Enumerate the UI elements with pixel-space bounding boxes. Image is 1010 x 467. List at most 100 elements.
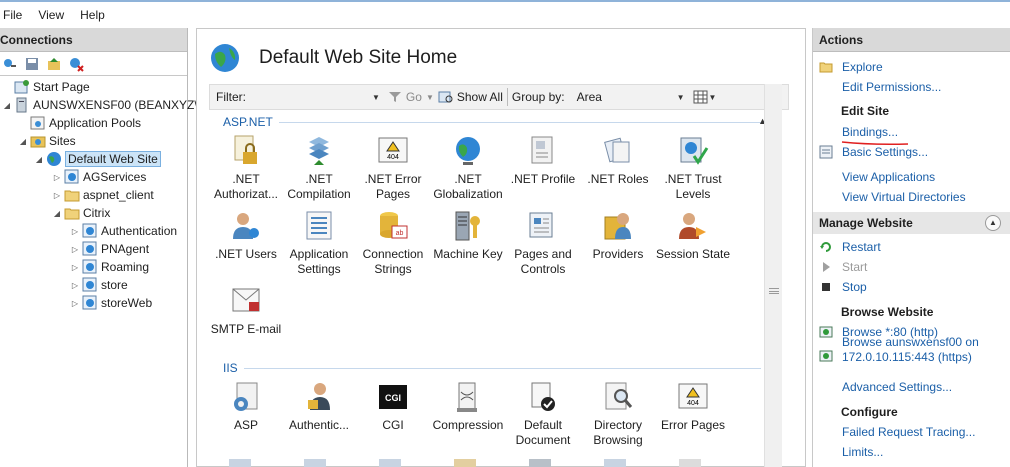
feature-item[interactable]: Session State [654,209,732,262]
web-app-icon [64,169,79,184]
go-dropdown-icon[interactable]: ▼ [426,93,434,102]
tree-item-aspnet-client[interactable]: ▷ aspnet_client [52,186,154,204]
group-by-dropdown-icon[interactable]: ▼ [677,93,685,102]
show-all-button[interactable]: Show All [457,90,503,104]
feature-item[interactable]: Authentic... [280,380,358,433]
feature-item[interactable]: 404 .NET Error Pages [354,134,432,202]
view-applications-link[interactable]: View Applications [842,170,935,184]
expand-arrow-icon[interactable]: ▷ [70,263,80,272]
advanced-settings-link[interactable]: Advanced Settings... [842,380,952,394]
save-icon[interactable] [24,56,40,72]
feature-label: CGI [382,418,404,432]
view-mode-icon[interactable] [693,90,709,104]
tree-item-start-page[interactable]: Start Page [2,78,90,96]
connect-icon[interactable] [2,56,18,72]
feature-item[interactable]: ab Connection Strings [354,209,432,277]
tree-item-server[interactable]: ◢ AUNSWXENSF00 (BEANXYZ\a [2,96,204,114]
feature-item[interactable]: Pages and Controls [504,209,582,277]
web-app-icon [82,223,97,238]
basic-settings-link[interactable]: Basic Settings... [842,145,928,159]
expand-arrow-icon[interactable]: ▷ [52,191,62,200]
view-virtual-directories-action[interactable]: View Virtual Directories [842,188,966,206]
collapse-chevron-icon[interactable]: ▲ [985,215,1001,231]
browse-https-line2: 172.0.10.115:443 (https) [842,350,972,364]
feature-item[interactable]: SMTP E-mail [207,284,285,337]
restart-link[interactable]: Restart [842,240,881,254]
expand-arrow-icon[interactable]: ▷ [70,281,80,290]
vertical-scrollbar[interactable] [764,84,782,467]
feature-item[interactable]: .NET Authorizat... [207,134,285,202]
tree-item-agservices[interactable]: ▷ AGServices [52,168,146,186]
limits-link[interactable]: Limits... [842,445,883,459]
tree-item-storeweb[interactable]: ▷ storeWeb [70,294,152,312]
feature-label: .NET Globalization [433,172,503,201]
menu-view[interactable]: View [38,8,64,22]
feature-item[interactable]: .NET Trust Levels [654,134,732,202]
collapse-arrow-icon[interactable]: ◢ [18,137,28,146]
feature-item[interactable]: .NET Compilation [280,134,358,202]
up-level-icon[interactable] [46,56,62,72]
filter-dropdown-icon[interactable]: ▼ [372,93,380,102]
feature-item[interactable]: Default Document [504,380,582,448]
feature-item[interactable]: .NET Users [207,209,285,262]
feature-item[interactable]: CGI CGI [354,380,432,433]
view-mode-dropdown-icon[interactable]: ▼ [709,93,717,102]
bindings-action[interactable]: Bindings... [842,123,898,141]
basic-settings-action[interactable]: Basic Settings... [819,143,928,161]
scroll-grip[interactable] [769,288,779,294]
explore-link[interactable]: Explore [842,60,883,74]
explore-action[interactable]: Explore [819,58,883,76]
default-doc-icon [531,382,555,411]
go-button[interactable]: Go [406,90,422,104]
disconnect-icon[interactable] [68,56,84,72]
stop-action[interactable]: Stop [819,278,867,296]
browse-https-action[interactable]: Browse aunswxensf00 on 172.0.10.115:443 … [819,335,979,364]
group-by-select[interactable]: Area [577,90,677,104]
expand-arrow-icon[interactable]: ▷ [70,227,80,236]
feature-item[interactable]: ASP [207,380,285,433]
limits-action[interactable]: Limits... [842,443,883,461]
tree-item-authentication[interactable]: ▷ Authentication [70,222,177,240]
failed-request-tracing-link[interactable]: Failed Request Tracing... [842,425,975,439]
collapse-arrow-icon[interactable]: ◢ [52,209,62,218]
feature-item[interactable]: Application Settings [280,209,358,277]
edit-permissions-action[interactable]: Edit Permissions... [842,78,941,96]
globe-icon [47,152,61,166]
tree-item-citrix[interactable]: ◢ Citrix [52,204,110,222]
collapse-arrow-icon[interactable]: ◢ [2,101,12,110]
advanced-settings-action[interactable]: Advanced Settings... [842,378,952,396]
tree-item-roaming[interactable]: ▷ Roaming [70,258,149,276]
feature-item[interactable]: Machine Key [429,209,507,262]
view-applications-action[interactable]: View Applications [842,168,935,186]
tree-item-application-pools[interactable]: Application Pools [18,114,141,132]
expand-arrow-icon[interactable]: ▷ [70,245,80,254]
feature-item[interactable]: Directory Browsing [579,380,657,448]
feature-item[interactable]: .NET Globalization [429,134,507,202]
bindings-link[interactable]: Bindings... [842,125,898,139]
collapse-arrow-icon[interactable]: ◢ [34,155,44,164]
feature-item[interactable]: 404 Error Pages [654,380,732,433]
view-virtual-directories-link[interactable]: View Virtual Directories [842,190,966,204]
edit-permissions-link[interactable]: Edit Permissions... [842,80,941,94]
expand-arrow-icon[interactable]: ▷ [52,173,62,182]
globe-icon [456,137,480,165]
feature-item[interactable]: .NET Profile [504,134,582,187]
tree-item-pnagent[interactable]: ▷ PNAgent [70,240,149,258]
failed-request-tracing-action[interactable]: Failed Request Tracing... [842,423,975,441]
tree-item-default-web-site[interactable]: ◢ Default Web Site [34,150,161,168]
browse-https-link[interactable]: Browse aunswxensf00 on 172.0.10.115:443 … [842,335,979,365]
feature-label: .NET Compilation [287,172,351,201]
section-title: IIS [209,360,769,376]
feature-item[interactable]: .NET Roles [579,134,657,187]
expand-arrow-icon[interactable]: ▷ [70,299,80,308]
menu-file[interactable]: File [3,8,22,22]
feature-item[interactable]: Providers [579,209,657,262]
feature-item[interactable]: Compression [429,380,507,433]
tree-item-store[interactable]: ▷ store [70,276,128,294]
tree-item-sites[interactable]: ◢ Sites [18,132,76,150]
filter-input[interactable] [246,88,372,106]
restart-action[interactable]: Restart [819,238,881,256]
menu-help[interactable]: Help [80,8,105,22]
stop-link[interactable]: Stop [842,280,867,294]
start-page-icon [14,80,29,94]
